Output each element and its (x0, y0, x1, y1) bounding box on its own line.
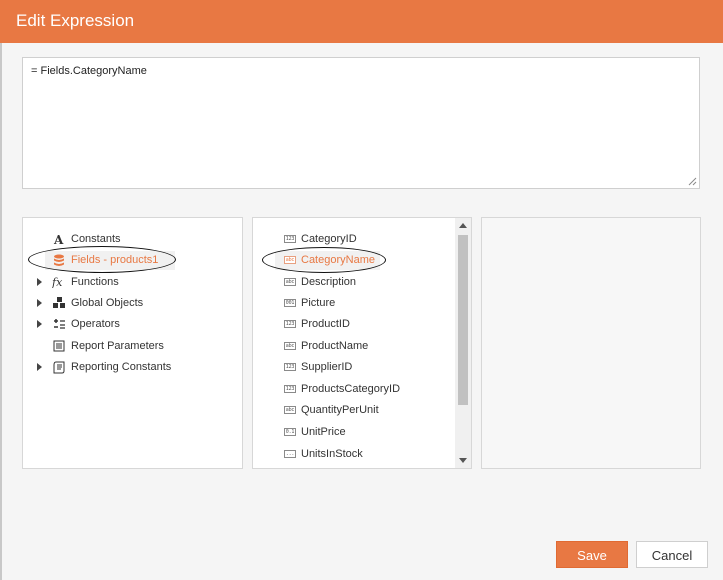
field-item-description[interactable]: abc Description (253, 272, 453, 292)
tree-item-label: Functions (71, 276, 119, 288)
document-icon (52, 360, 66, 374)
cancel-button[interactable]: Cancel (636, 541, 708, 568)
field-item-supplierid[interactable]: 123 SupplierID (253, 357, 453, 377)
scroll-thumb[interactable] (458, 235, 468, 405)
field-item-unitsinstock[interactable]: ... UnitsInStock (253, 444, 453, 464)
other-type-icon: ... (284, 450, 296, 458)
expression-editor[interactable]: = Fields.CategoryName (22, 57, 700, 189)
decimal-type-icon: 0.1 (284, 428, 296, 436)
window-edge (0, 43, 2, 580)
parameters-icon (52, 339, 66, 353)
number-type-icon: 123 (284, 235, 296, 243)
text-type-icon: abc (284, 342, 296, 350)
field-item-unitprice[interactable]: 0.1 UnitPrice (253, 422, 453, 442)
field-label: SupplierID (301, 361, 353, 373)
field-label: ProductID (301, 318, 350, 330)
field-label: ProductName (301, 340, 369, 352)
tree-item-label: Report Parameters (71, 340, 164, 352)
binary-type-icon: 001 (284, 299, 296, 307)
details-panel (481, 217, 701, 469)
letter-a-icon: A (52, 232, 66, 246)
number-type-icon: 123 (284, 320, 296, 328)
fx-icon: fx (52, 275, 66, 289)
expand-arrow-icon[interactable] (36, 293, 44, 313)
fields-scrollbar[interactable] (455, 218, 471, 468)
expand-arrow-icon[interactable] (36, 314, 44, 334)
dialog-title: Edit Expression (16, 11, 135, 30)
tree-item-operators[interactable]: Operators (23, 314, 242, 334)
fields-panel: 123 CategoryID abc CategoryName abc Desc… (252, 217, 472, 469)
number-type-icon: 123 (284, 385, 296, 393)
expand-arrow-icon[interactable] (36, 357, 44, 377)
tree-item-global-objects[interactable]: Global Objects (23, 293, 242, 313)
scroll-down-arrow-icon[interactable] (455, 452, 471, 468)
field-label: QuantityPerUnit (301, 404, 379, 416)
field-item-categoryid[interactable]: 123 CategoryID (253, 229, 453, 249)
resize-grip-icon[interactable] (688, 177, 697, 186)
tree-item-constants[interactable]: A Constants (23, 229, 242, 249)
highlight-ellipse (262, 247, 386, 273)
text-type-icon: abc (284, 278, 296, 286)
text-type-icon: abc (284, 406, 296, 414)
tree-item-label: Operators (71, 318, 120, 330)
field-item-productid[interactable]: 123 ProductID (253, 314, 453, 334)
field-label: CategoryID (301, 233, 357, 245)
field-label: Description (301, 276, 357, 288)
objects-icon (52, 296, 66, 310)
save-button[interactable]: Save (556, 541, 628, 568)
tree-item-label: Global Objects (71, 297, 144, 309)
field-label: Picture (301, 297, 336, 309)
field-label: UnitPrice (301, 426, 346, 438)
svg-text:fx: fx (52, 276, 63, 288)
dialog-titlebar: Edit Expression (0, 0, 723, 43)
tree-item-reporting-constants[interactable]: Reporting Constants (23, 357, 242, 377)
field-item-productname[interactable]: abc ProductName (253, 336, 453, 356)
categories-panel: A Constants Fields - products1 fx Functi… (22, 217, 243, 469)
highlight-ellipse (28, 246, 176, 273)
field-item-picture[interactable]: 001 Picture (253, 293, 453, 313)
expression-text[interactable]: = Fields.CategoryName (31, 65, 147, 77)
field-label: ProductsCategoryID (301, 383, 401, 395)
tree-item-report-parameters[interactable]: Report Parameters (23, 336, 242, 356)
svg-text:A: A (53, 233, 64, 245)
expand-arrow-icon[interactable] (36, 272, 44, 292)
field-item-quantityperunit[interactable]: abc QuantityPerUnit (253, 400, 453, 420)
operators-icon (52, 317, 66, 331)
field-label: UnitsInStock (301, 448, 363, 460)
number-type-icon: 123 (284, 363, 296, 371)
field-item-productscategoryid[interactable]: 123 ProductsCategoryID (253, 379, 453, 399)
scroll-up-arrow-icon[interactable] (455, 218, 471, 234)
tree-item-functions[interactable]: fx Functions (23, 272, 242, 292)
tree-item-label: Reporting Constants (71, 361, 172, 373)
